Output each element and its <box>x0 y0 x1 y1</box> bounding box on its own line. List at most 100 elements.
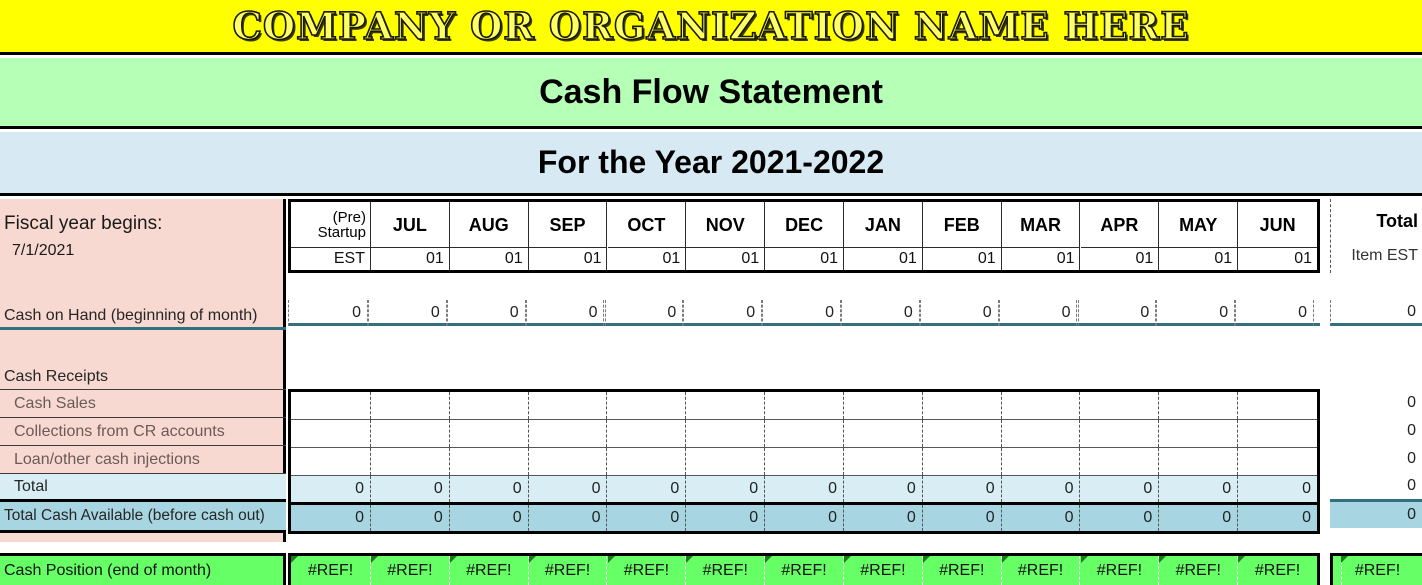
receipts-total-cell[interactable]: 0 <box>608 476 687 502</box>
total-cash-available-cell[interactable]: 0 <box>765 505 844 531</box>
collections-cell[interactable] <box>844 420 923 447</box>
cash-on-hand-cell[interactable]: 0 <box>841 300 920 326</box>
cash-position-cell[interactable]: #REF! <box>765 556 844 585</box>
loan-injections-cell[interactable] <box>1238 448 1317 475</box>
cash-position-cell[interactable]: #REF! <box>1238 556 1317 585</box>
receipts-total-cell[interactable]: 0 <box>529 476 608 502</box>
loan-injections-cell[interactable] <box>686 448 766 475</box>
total-cash-available-cell[interactable]: 0 <box>686 505 766 531</box>
cash-sales-cell[interactable] <box>608 392 687 419</box>
cash-on-hand-cell[interactable]: 0 <box>1235 300 1314 326</box>
total-cash-available-cell[interactable]: 0 <box>450 505 529 531</box>
cash-sales-cell[interactable] <box>291 392 371 419</box>
receipts-total-cell[interactable]: 0 <box>450 476 529 502</box>
cash-position-cell[interactable]: #REF! <box>607 556 687 585</box>
cash-position-cell[interactable]: #REF! <box>922 556 1002 585</box>
receipts-total-cell[interactable]: 0 <box>1081 476 1160 502</box>
cash-sales-cell[interactable] <box>1081 392 1160 419</box>
collections-cell[interactable] <box>923 420 1002 447</box>
collections-cell[interactable] <box>1002 420 1081 447</box>
cash-on-hand-total-cell[interactable]: 0 <box>1330 300 1422 326</box>
receipts-total-cell[interactable]: 0 <box>765 476 844 502</box>
loan-injections-cell[interactable] <box>765 448 844 475</box>
receipts-total-cell[interactable]: 0 <box>291 476 371 502</box>
total-cash-available-cell[interactable]: 0 <box>844 505 923 531</box>
loan-injections-cell[interactable] <box>844 448 923 475</box>
receipts-total-cell[interactable]: 0 <box>1238 476 1317 502</box>
receipts-total-cell[interactable]: 0 <box>844 476 923 502</box>
cash-sales-cell[interactable] <box>1159 392 1239 419</box>
collections-cell[interactable] <box>686 420 766 447</box>
loan-injections-cell[interactable] <box>1002 448 1081 475</box>
total-cash-available-cell[interactable]: 0 <box>1002 505 1081 531</box>
cash-position-cell[interactable]: #REF! <box>371 556 450 585</box>
cash-position-cell[interactable]: #REF! <box>528 556 608 585</box>
cash-sales-cell[interactable] <box>371 392 450 419</box>
cash-on-hand-cell[interactable]: 0 <box>604 300 684 326</box>
collections-cell[interactable] <box>1081 420 1160 447</box>
total-cash-available-cell[interactable]: 0 <box>1081 505 1160 531</box>
cash-sales-cell[interactable] <box>765 392 844 419</box>
total-cash-available-cell[interactable]: 0 <box>291 505 371 531</box>
cash-on-hand-cell[interactable]: 0 <box>1077 300 1157 326</box>
cash-on-hand-cell[interactable]: 0 <box>998 300 1078 326</box>
cash-position-cell[interactable]: #REF! <box>844 556 923 585</box>
loan-injections-cell[interactable] <box>450 448 529 475</box>
cash-position-total-cell[interactable]: #REF! <box>1330 553 1422 585</box>
cash-position-cell[interactable]: #REF! <box>1080 556 1160 585</box>
cash-on-hand-cell[interactable]: 0 <box>1156 300 1236 326</box>
cash-sales-cell[interactable] <box>1002 392 1081 419</box>
cash-sales-cell[interactable] <box>844 392 923 419</box>
cash-on-hand-cell[interactable]: 0 <box>288 300 368 326</box>
collections-cell[interactable] <box>1238 420 1317 447</box>
cash-sales-cell[interactable] <box>923 392 1002 419</box>
collections-cell[interactable] <box>450 420 529 447</box>
loan-injections-cell[interactable] <box>291 448 371 475</box>
loan-injections-cell[interactable] <box>1081 448 1160 475</box>
loan-injections-cell[interactable] <box>1159 448 1239 475</box>
collections-cell[interactable] <box>765 420 844 447</box>
cash-sales-cell[interactable] <box>1238 392 1317 419</box>
collections-cell[interactable] <box>608 420 687 447</box>
cash-position-cell[interactable]: #REF! <box>291 556 371 585</box>
cash-sales-cell[interactable] <box>686 392 766 419</box>
collections-cell[interactable] <box>371 420 450 447</box>
total-cash-available-cell[interactable]: 0 <box>1159 505 1239 531</box>
loan-injections-cell[interactable] <box>371 448 450 475</box>
cash-position-cell[interactable]: #REF! <box>1159 556 1239 585</box>
cash-position-cell[interactable]: #REF! <box>449 556 529 585</box>
cash-sales-total-cell[interactable]: 0 <box>1330 389 1422 417</box>
loan-injections-total-cell[interactable]: 0 <box>1330 445 1422 473</box>
loan-injections-cell[interactable] <box>529 448 608 475</box>
cash-sales-cell[interactable] <box>529 392 608 419</box>
collections-cell[interactable] <box>291 420 371 447</box>
fiscal-year-date[interactable]: 7/1/2021 <box>0 239 286 263</box>
cash-sales-cell[interactable] <box>450 392 529 419</box>
receipts-total-cell[interactable]: 0 <box>686 476 766 502</box>
loan-injections-cell[interactable] <box>923 448 1002 475</box>
collections-cell[interactable] <box>529 420 608 447</box>
column-header-mar: MAR 01 <box>1001 202 1081 270</box>
receipts-total-cell[interactable]: 0 <box>923 476 1002 502</box>
cash-on-hand-cell[interactable]: 0 <box>683 300 763 326</box>
cash-on-hand-cell[interactable]: 0 <box>919 300 999 326</box>
cash-on-hand-cell[interactable]: 0 <box>525 300 605 326</box>
cash-on-hand-cell[interactable]: 0 <box>368 300 447 326</box>
receipts-total-cell[interactable]: 0 <box>1002 476 1081 502</box>
receipts-total-cell[interactable]: 0 <box>1159 476 1239 502</box>
total-cash-available-total-cell[interactable]: 0 <box>1330 502 1422 528</box>
cash-position-cell[interactable]: #REF! <box>686 556 766 585</box>
total-cash-available-cell[interactable]: 0 <box>529 505 608 531</box>
cash-position-cell[interactable]: #REF! <box>1001 556 1081 585</box>
cash-on-hand-cell[interactable]: 0 <box>446 300 526 326</box>
total-cash-available-cell[interactable]: 0 <box>371 505 450 531</box>
total-cash-available-cell[interactable]: 0 <box>1238 505 1317 531</box>
total-cash-available-cell[interactable]: 0 <box>923 505 1002 531</box>
collections-total-cell[interactable]: 0 <box>1330 417 1422 445</box>
loan-injections-cell[interactable] <box>608 448 687 475</box>
collections-cell[interactable] <box>1159 420 1239 447</box>
receipts-total-total-cell[interactable]: 0 <box>1330 473 1422 502</box>
receipts-total-cell[interactable]: 0 <box>371 476 450 502</box>
cash-on-hand-cell[interactable]: 0 <box>762 300 841 326</box>
total-cash-available-cell[interactable]: 0 <box>608 505 687 531</box>
